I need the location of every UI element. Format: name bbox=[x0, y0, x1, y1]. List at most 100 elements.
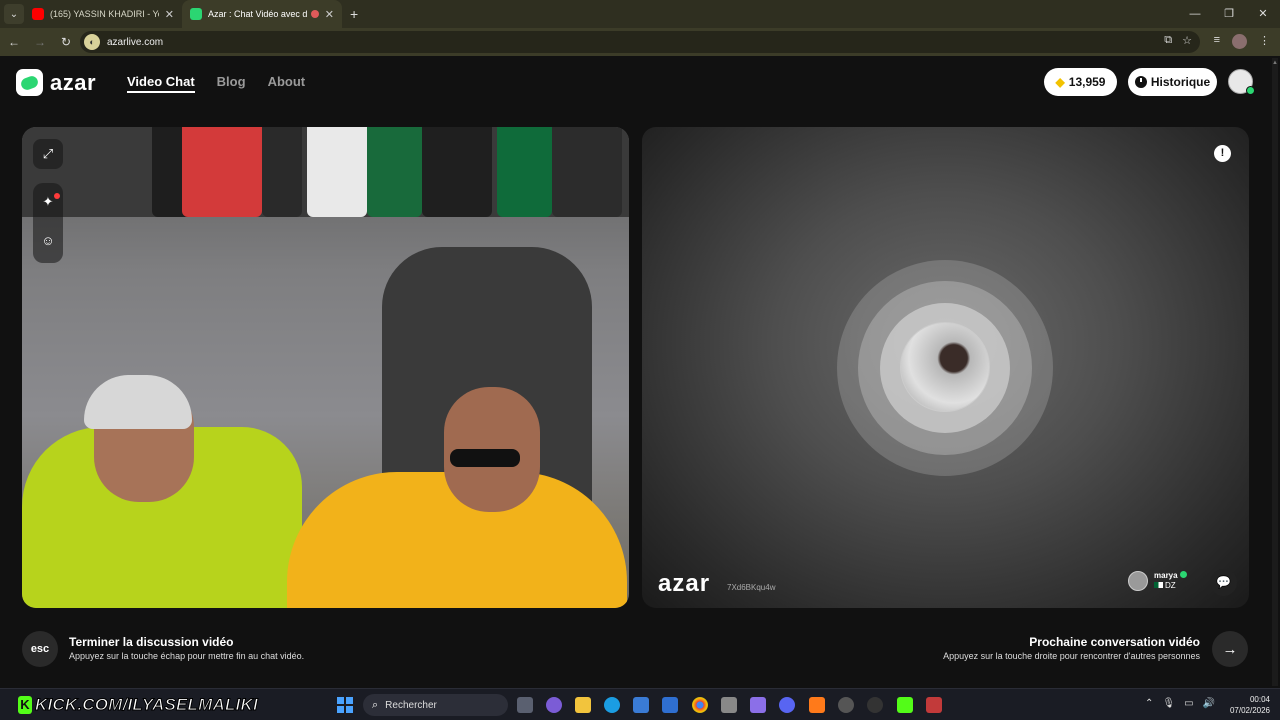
history-label: Historique bbox=[1150, 75, 1211, 89]
tab-label: (165) YASSIN KHADIRI - YouTube bbox=[50, 9, 159, 19]
clock-time: 00:04 bbox=[1249, 695, 1270, 704]
verified-icon bbox=[1179, 571, 1187, 578]
next-chat-title: Prochaine conversation vidéo bbox=[1029, 635, 1200, 649]
end-chat-description: Appuyez sur la touche échap pour mettre … bbox=[69, 651, 305, 661]
reload-button[interactable]: ↻ bbox=[54, 35, 78, 49]
system-clock[interactable]: 00:04 07/02/2026 bbox=[1226, 694, 1270, 716]
search-placeholder: Rechercher bbox=[385, 699, 437, 711]
face-filter-icon[interactable]: ☺ bbox=[33, 221, 63, 259]
history-button[interactable]: Historique bbox=[1128, 68, 1217, 96]
url-text[interactable]: azarlive.com bbox=[107, 37, 163, 48]
person-left-hair bbox=[84, 375, 192, 429]
partner-name: marya bbox=[1154, 571, 1178, 580]
site-info-icon[interactable]: ◐ bbox=[84, 34, 100, 50]
partner-profile-photo bbox=[900, 322, 990, 412]
volume-icon[interactable]: 🔊 bbox=[1203, 698, 1215, 709]
taskbar-search[interactable]: ⌕ Rechercher bbox=[363, 694, 508, 716]
recording-icon bbox=[310, 10, 319, 18]
windows-taskbar: K KICK.COM/ILYASELMALIKI ⌕ Rechercher ⌃ … bbox=[0, 688, 1280, 720]
file-explorer-icon[interactable] bbox=[575, 697, 591, 713]
self-video-panel bbox=[22, 127, 629, 608]
azar-icon bbox=[190, 8, 202, 20]
browser-tab-strip: ⌄ (165) YASSIN KHADIRI - YouTube ✕ Azar … bbox=[0, 0, 1280, 28]
sunglasses bbox=[450, 449, 520, 467]
clock-icon bbox=[1134, 76, 1147, 88]
outlook-icon[interactable] bbox=[662, 697, 678, 713]
close-icon[interactable]: ✕ bbox=[325, 8, 334, 21]
tab-youtube[interactable]: (165) YASSIN KHADIRI - YouTube ✕ bbox=[24, 0, 182, 28]
next-arrow-button[interactable]: → bbox=[1212, 631, 1248, 667]
online-status-dot bbox=[1246, 86, 1255, 95]
azar-logo-icon bbox=[16, 69, 43, 96]
azar-logo[interactable]: azar bbox=[16, 69, 96, 96]
expand-view-button[interactable]: ⤢ bbox=[33, 139, 63, 169]
session-id: 7Xd6BKqu4w bbox=[727, 583, 776, 592]
kick-app-icon[interactable] bbox=[897, 697, 913, 713]
new-tab-button[interactable]: + bbox=[350, 6, 358, 22]
windows-start-icon[interactable] bbox=[337, 697, 353, 713]
network-icon[interactable]: ▭ bbox=[1184, 698, 1193, 709]
nav-blog[interactable]: Blog bbox=[217, 74, 246, 93]
azar-watermark: azar bbox=[658, 570, 711, 597]
esc-key-button[interactable]: esc bbox=[22, 631, 58, 667]
address-bar-row: ← → ↻ ◐ azarlive.com ⧉ ☆ ≡ ⋮ bbox=[0, 28, 1280, 56]
bookmark-star-icon[interactable]: ☆ bbox=[1182, 34, 1192, 47]
restore-button[interactable]: ❐ bbox=[1212, 0, 1246, 28]
partner-avatar bbox=[1128, 571, 1148, 591]
back-button[interactable]: ← bbox=[2, 35, 26, 49]
discord-icon[interactable] bbox=[779, 697, 795, 713]
steam-icon[interactable] bbox=[867, 697, 883, 713]
end-chat-title: Terminer la discussion vidéo bbox=[69, 635, 234, 649]
logo-text: azar bbox=[50, 69, 97, 95]
microphone-icon[interactable]: 🎙 bbox=[1162, 698, 1175, 709]
voicemeeter-icon[interactable] bbox=[926, 697, 942, 713]
partner-country: DZ bbox=[1165, 581, 1176, 590]
nav-video-chat[interactable]: Video Chat bbox=[127, 74, 195, 93]
forward-button[interactable]: → bbox=[28, 35, 52, 49]
minimize-button[interactable]: — bbox=[1178, 0, 1212, 28]
close-window-button[interactable]: ✕ bbox=[1246, 0, 1280, 28]
chrome-icon[interactable] bbox=[692, 697, 708, 713]
notification-dot bbox=[54, 193, 60, 199]
next-chat-description: Appuyez sur la touche droite pour rencon… bbox=[943, 651, 1200, 661]
algeria-flag-icon bbox=[1154, 582, 1163, 588]
copilot-icon[interactable] bbox=[546, 697, 562, 713]
gems-count: 13,959 bbox=[1068, 75, 1106, 89]
tab-azar[interactable]: Azar : Chat Vidéo avec de n ✕ bbox=[182, 0, 342, 28]
kick-logo-icon: K bbox=[18, 696, 32, 714]
search-icon: ⌕ bbox=[372, 698, 379, 711]
menu-icon[interactable]: ⋮ bbox=[1259, 34, 1270, 49]
reading-list-icon[interactable]: ≡ bbox=[1214, 34, 1220, 49]
store-icon[interactable] bbox=[633, 697, 649, 713]
window-controls: — ❐ ✕ bbox=[1178, 0, 1280, 28]
partner-info[interactable]: marya DZ bbox=[1128, 570, 1187, 592]
profile-icon[interactable] bbox=[1232, 34, 1247, 49]
task-view-icon[interactable] bbox=[517, 697, 533, 713]
game-controller-icon[interactable] bbox=[750, 697, 766, 713]
nav-about[interactable]: About bbox=[268, 74, 306, 93]
photos-icon[interactable] bbox=[721, 697, 737, 713]
avast-icon[interactable] bbox=[809, 697, 825, 713]
site-header: azar Video Chat Blog About ◆ 13,959 Hist… bbox=[0, 56, 1280, 108]
tray-chevron-icon[interactable]: ⌃ bbox=[1145, 698, 1153, 709]
gems-button[interactable]: ◆ 13,959 bbox=[1044, 68, 1117, 96]
obs-icon[interactable] bbox=[838, 697, 854, 713]
youtube-icon bbox=[32, 8, 44, 20]
edge-icon[interactable] bbox=[604, 697, 620, 713]
tab-label: Azar : Chat Vidéo avec de n bbox=[208, 9, 307, 19]
clock-date: 07/02/2026 bbox=[1229, 706, 1270, 715]
system-tray: ⌃ 🎙 ▭ 🔊 bbox=[1145, 698, 1215, 709]
gem-icon: ◆ bbox=[1055, 75, 1065, 89]
page-scrollbar[interactable] bbox=[1272, 58, 1278, 686]
install-app-icon[interactable]: ⧉ bbox=[1164, 34, 1172, 47]
kick-overlay-banner: K KICK.COM/ILYASELMALIKI bbox=[18, 694, 258, 716]
main-nav: Video Chat Blog About bbox=[127, 74, 305, 93]
magic-wand-icon[interactable]: ✦ bbox=[33, 183, 63, 221]
close-icon[interactable]: ✕ bbox=[165, 8, 174, 21]
url-bar[interactable]: ◐ azarlive.com ⧉ ☆ bbox=[80, 31, 1200, 53]
tab-search-button[interactable]: ⌄ bbox=[4, 4, 24, 24]
chat-bubble-button[interactable]: 💬 bbox=[1210, 569, 1237, 596]
report-button[interactable]: ! bbox=[1214, 145, 1231, 162]
kick-url: KICK.COM/ILYASELMALIKI bbox=[35, 695, 259, 715]
scroll-up-arrow[interactable]: ▲ bbox=[1272, 60, 1278, 66]
